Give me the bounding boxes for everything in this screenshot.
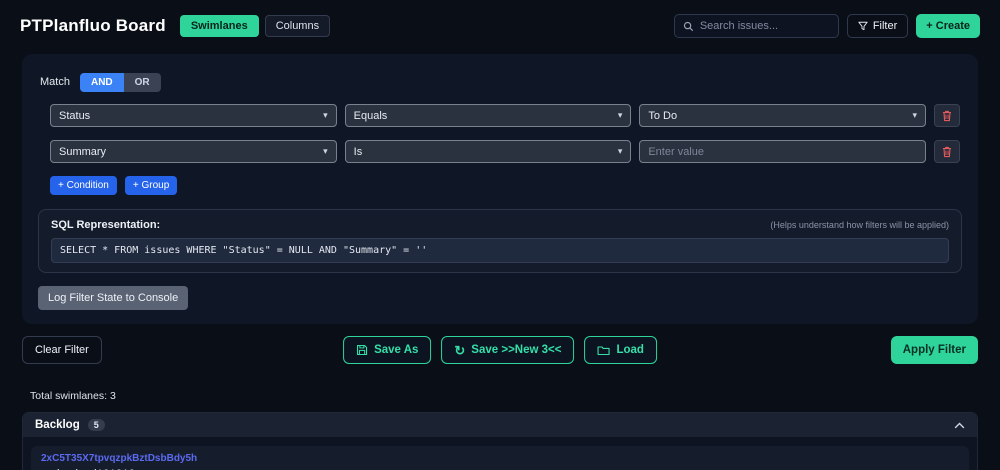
- page-title: PTPlanfluo Board: [20, 16, 166, 35]
- add-group-button[interactable]: + Group: [124, 176, 178, 195]
- chevron-down-icon: ▾: [323, 146, 328, 156]
- trash-icon: [942, 110, 952, 122]
- save-as-label: Save As: [374, 344, 419, 356]
- load-label: Load: [616, 344, 644, 356]
- clear-filter-button[interactable]: Clear Filter: [22, 336, 102, 364]
- match-or-button[interactable]: OR: [123, 72, 161, 92]
- match-row: Match AND OR: [40, 72, 962, 92]
- swimlane-name: Backlog: [35, 419, 80, 431]
- issue-card[interactable]: 2xC5T35X7tpvqzpkBztDsbBdy5h asdasdasd121…: [31, 446, 969, 470]
- match-and-button[interactable]: AND: [79, 72, 124, 92]
- tab-columns[interactable]: Columns: [264, 15, 331, 37]
- match-toggle: AND OR: [79, 72, 161, 92]
- value-input[interactable]: [648, 141, 918, 162]
- save-new-button[interactable]: ↻ Save >>New 3<<: [441, 336, 575, 364]
- value-select-value: To Do: [648, 109, 678, 122]
- sql-header: SQL Representation: (Helps understand ho…: [51, 219, 949, 231]
- tab-swimlanes[interactable]: Swimlanes: [179, 15, 259, 37]
- funnel-icon: [858, 21, 868, 31]
- swimlane-header[interactable]: Backlog 5: [23, 413, 977, 437]
- operator-select-value: Equals: [353, 109, 388, 122]
- field-select-value: Status: [59, 109, 91, 122]
- filter-actions-row: Clear Filter Save As ↻ Save >>New 3<< Lo…: [22, 336, 978, 364]
- filter-rule-row: Status ▾ Equals ▾ To Do ▾: [50, 104, 961, 127]
- top-bar: PTPlanfluo Board Swimlanes Columns Filte…: [0, 0, 1000, 52]
- save-load-group: Save As ↻ Save >>New 3<< Load: [343, 336, 657, 364]
- search-input[interactable]: [699, 20, 830, 32]
- folder-icon: [597, 345, 611, 356]
- delete-rule-button[interactable]: [934, 140, 961, 163]
- operator-select-value: Is: [353, 145, 363, 158]
- filter-button[interactable]: Filter: [846, 14, 909, 38]
- match-label: Match: [40, 76, 70, 88]
- topbar-actions: Filter + Create: [673, 14, 980, 38]
- swimlane-count-badge: 5: [87, 419, 105, 431]
- save-as-button[interactable]: Save As: [343, 336, 432, 364]
- delete-rule-button[interactable]: [934, 104, 961, 127]
- swimlane-backlog: Backlog 5 2xC5T35X7tpvqzpkBztDsbBdy5h as…: [22, 412, 978, 470]
- load-button[interactable]: Load: [584, 336, 657, 364]
- view-toggle: Swimlanes Columns: [179, 15, 331, 37]
- add-condition-button[interactable]: + Condition: [50, 176, 117, 195]
- field-select[interactable]: Status ▾: [50, 104, 337, 127]
- collapse-swimlane-button[interactable]: [954, 422, 965, 429]
- field-select[interactable]: Summary ▾: [50, 140, 337, 163]
- log-filter-state-button[interactable]: Log Filter State to Console: [38, 286, 189, 310]
- swimlane-body: 2xC5T35X7tpvqzpkBztDsbBdy5h asdasdasd121…: [23, 437, 977, 470]
- chevron-down-icon: ▾: [323, 110, 328, 120]
- value-input-wrap: [639, 140, 927, 163]
- chevron-down-icon: ▾: [912, 110, 918, 120]
- sql-representation-box: SQL Representation: (Helps understand ho…: [38, 209, 962, 273]
- filter-rule-row: Summary ▾ Is ▾: [50, 140, 961, 163]
- sql-title: SQL Representation:: [51, 219, 161, 231]
- field-select-value: Summary: [59, 145, 107, 158]
- save-new-label: Save >>New 3<<: [471, 344, 562, 356]
- chevron-down-icon: ▾: [617, 110, 623, 120]
- operator-select[interactable]: Is ▾: [344, 140, 632, 163]
- operator-select[interactable]: Equals ▾: [344, 104, 632, 127]
- sql-hint: (Helps understand how filters will be ap…: [770, 220, 949, 230]
- create-button[interactable]: + Create: [916, 14, 980, 38]
- issue-id-link[interactable]: 2xC5T35X7tpvqzpkBztDsbBdy5h: [41, 453, 959, 464]
- chevron-up-icon: [954, 422, 965, 429]
- filter-panel: Match AND OR Status ▾ Equals ▾ To Do ▾ S…: [22, 54, 978, 324]
- total-swimlanes-label: Total swimlanes: 3: [30, 390, 116, 402]
- sql-query-text: SELECT * FROM issues WHERE "Status" = NU…: [51, 238, 949, 263]
- search-box[interactable]: [673, 14, 839, 38]
- search-icon: [683, 21, 694, 32]
- filter-button-label: Filter: [872, 20, 898, 32]
- value-select[interactable]: To Do ▾: [639, 104, 927, 127]
- trash-icon: [942, 146, 952, 158]
- add-row: + Condition + Group: [50, 176, 962, 195]
- apply-filter-button[interactable]: Apply Filter: [890, 336, 978, 364]
- save-icon: [356, 344, 368, 356]
- refresh-icon: ↻: [454, 342, 466, 358]
- chevron-down-icon: ▾: [617, 146, 623, 156]
